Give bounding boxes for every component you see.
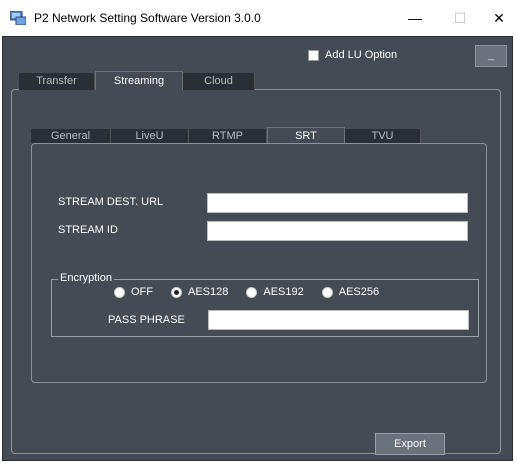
radio-aes192[interactable]: AES192 xyxy=(246,286,304,298)
encryption-label: Encryption xyxy=(58,272,114,284)
srt-panel xyxy=(31,143,487,383)
streaming-subtabs: General LiveU RTMP SRT TVU xyxy=(31,127,421,143)
radio-aes192-label: AES192 xyxy=(263,286,304,298)
add-lu-option-checkbox[interactable] xyxy=(308,49,319,61)
small-button[interactable]: _ xyxy=(475,45,507,67)
tab-transfer[interactable]: Transfer xyxy=(19,73,95,90)
tab-streaming[interactable]: Streaming xyxy=(95,71,183,90)
close-button[interactable]: ✕ xyxy=(484,6,514,30)
subtab-general[interactable]: General xyxy=(31,129,111,143)
title-bar: P2 Network Setting Software Version 3.0.… xyxy=(0,0,515,36)
pass-phrase-input[interactable] xyxy=(208,310,469,330)
radio-aes128-dot[interactable] xyxy=(171,286,182,298)
subtab-liveu[interactable]: LiveU xyxy=(111,129,189,143)
radio-aes256[interactable]: AES256 xyxy=(321,286,380,298)
radio-aes192-dot[interactable] xyxy=(246,286,258,298)
maximize-button[interactable]: ☐ xyxy=(445,6,475,30)
stream-dest-url-label: STREAM DEST. URL xyxy=(58,196,164,208)
radio-aes128-label: AES128 xyxy=(188,286,229,298)
subtab-tvu[interactable]: TVU xyxy=(345,129,421,143)
radio-aes128[interactable]: AES128 xyxy=(171,286,228,298)
export-button[interactable]: Export xyxy=(375,433,445,455)
radio-aes256-label: AES256 xyxy=(338,286,380,298)
tab-cloud[interactable]: Cloud xyxy=(183,73,255,90)
minimize-button[interactable]: — xyxy=(400,6,430,30)
subtab-rtmp[interactable]: RTMP xyxy=(189,129,267,143)
stream-id-label: STREAM ID xyxy=(58,224,118,236)
stream-dest-url-input[interactable] xyxy=(207,193,468,213)
client-area: Add LU Option _ Transfer Streaming Cloud… xyxy=(2,36,513,461)
add-lu-option-label: Add LU Option xyxy=(325,49,398,61)
encryption-group: Encryption OFF AES128 AES192 AES256 PASS… xyxy=(51,272,479,337)
subtab-srt[interactable]: SRT xyxy=(267,127,345,143)
radio-off-label: OFF xyxy=(131,286,153,298)
radio-off[interactable]: OFF xyxy=(114,286,153,298)
add-lu-option[interactable]: Add LU Option xyxy=(308,49,397,61)
main-tabs: Transfer Streaming Cloud xyxy=(19,71,255,90)
app-icon xyxy=(10,11,26,25)
stream-id-input[interactable] xyxy=(207,221,468,241)
window-title: P2 Network Setting Software Version 3.0.… xyxy=(34,11,261,25)
pass-phrase-label: PASS PHRASE xyxy=(108,314,185,326)
radio-off-dot[interactable] xyxy=(114,286,125,298)
radio-aes256-dot[interactable] xyxy=(321,286,333,298)
encryption-options: OFF AES128 AES192 AES256 xyxy=(114,286,397,298)
